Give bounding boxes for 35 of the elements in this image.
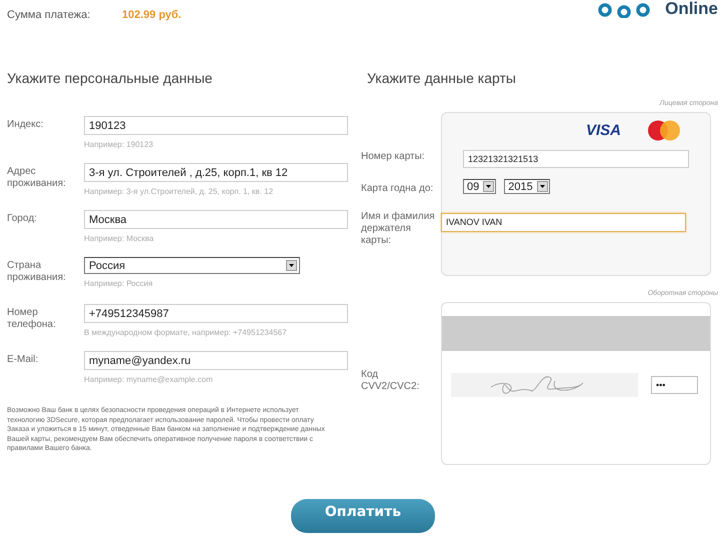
text-field[interactable]: myname@yandex.ru [84,351,348,370]
text-field[interactable]: 3-я ул. Строителей , д.25, корп.1, кв 12 [84,163,348,182]
field-label: Номер карты: [360,151,426,164]
field-hint: Например: Москва [84,234,155,243]
select-field[interactable]: Россия [84,257,300,274]
card-holder-field[interactable]: IVANOV IVAN [441,212,686,232]
field-label: Город: [7,212,38,226]
field-label: Страна проживания: [7,259,67,285]
field-hint: Например: 190123 [84,140,154,149]
cvv-field[interactable]: ••• [651,376,698,394]
mastercard-icon [647,120,681,141]
payment-amount: 102.99 руб. [122,9,182,21]
month-select[interactable]: 09 [463,179,496,194]
field-label: E-Mail: [7,353,40,367]
year-select[interactable]: 2015 [504,179,550,194]
card-number-field[interactable]: 12321321321513 [463,150,689,168]
field-label: Номер телефона: [7,306,57,332]
section-heading: Укажите персональные данные [7,70,214,88]
field-label: Индекс: [7,118,44,132]
field-label: Адрес проживания: [7,165,67,191]
field-label: Имя и фамилия держателя карты: [360,211,436,248]
field-label: Карта годна до: [360,183,434,196]
text-field[interactable]: 190123 [84,116,348,135]
field-hint: Например: Россия [84,279,154,288]
section-heading: Укажите данные карты [367,70,517,88]
field-label: Код CVV2/CVC2: [360,369,420,394]
text-field[interactable]: Москва [84,210,348,229]
pay-button[interactable]: Оплатить [291,499,435,533]
logo-text: Online [665,0,718,19]
field-hint: В международном формате, например: +74951234567 [84,328,288,337]
field-hint: Например: 3-я ул.Строителей, д. 25, корп. 1, кв. 12 [84,187,274,196]
field-hint: Например: myname@example.com [84,375,214,384]
visa-logo: VISA [586,122,621,139]
payment-label: Сумма платежа: [7,9,92,21]
text-field[interactable]: +749512345987 [84,304,348,323]
